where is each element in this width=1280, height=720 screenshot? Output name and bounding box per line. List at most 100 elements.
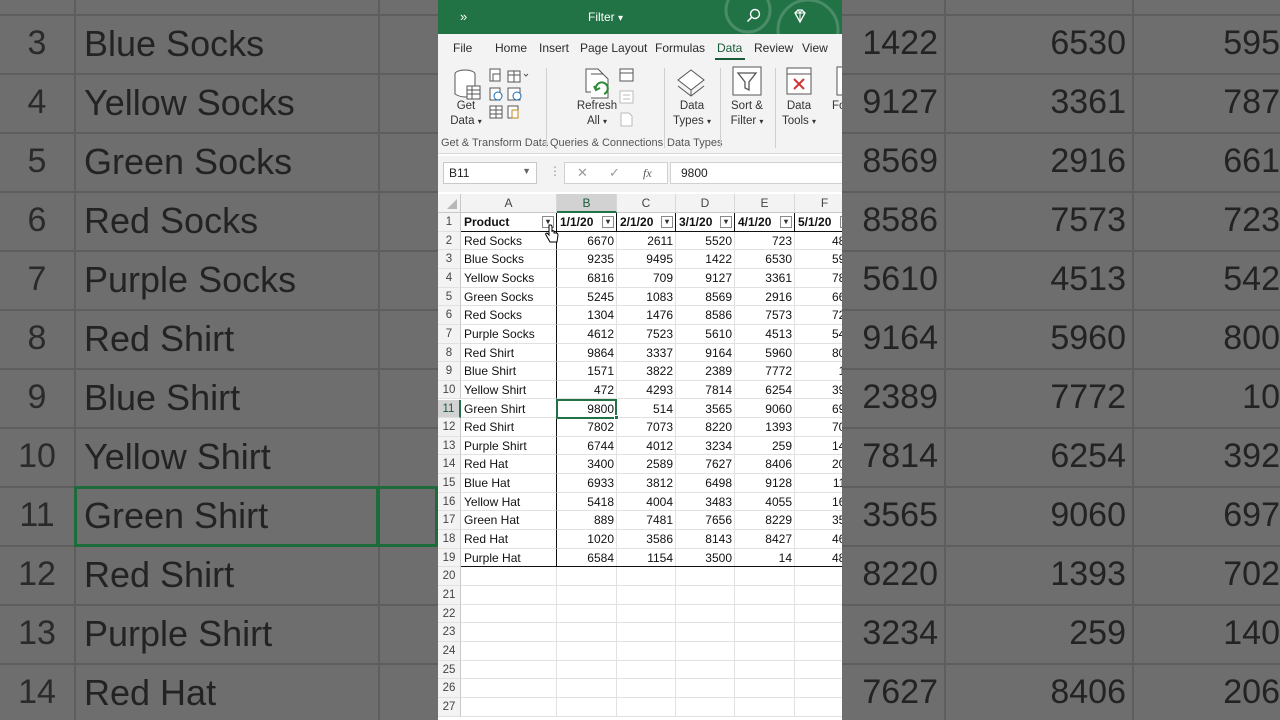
header-cell-date[interactable]: 1/1/20 ▾ (557, 213, 617, 232)
filter-dropdown-icon[interactable]: ▾ (661, 216, 673, 228)
value-cell[interactable]: 1476 (617, 306, 676, 325)
chevron-down-icon[interactable]: ▼ (522, 166, 531, 176)
empty-cell[interactable] (557, 697, 617, 717)
row-header-7[interactable]: 7 (438, 324, 461, 344)
empty-cell[interactable] (735, 623, 795, 642)
value-cell[interactable]: 7814 (676, 380, 735, 400)
value-cell[interactable]: 723 (795, 306, 842, 325)
row-header-9[interactable]: 9 (438, 362, 461, 381)
value-cell[interactable]: 3361 (735, 268, 795, 288)
value-cell[interactable]: 787 (795, 269, 842, 288)
row-header-23[interactable]: 23 (438, 623, 461, 642)
value-cell[interactable]: 6530 (735, 250, 795, 269)
row-header-13[interactable]: 13 (438, 436, 461, 456)
value-cell[interactable]: 8229 (735, 511, 795, 531)
document-title[interactable]: Filter ▾ (588, 10, 623, 24)
value-cell[interactable]: 1422 (676, 250, 735, 269)
worksheet-grid[interactable]: A B C D E F 1 2 3 4 5 6 7 8 9 10 11 12 13 14 15 16 17 18 19 20 21 2… (438, 194, 842, 720)
product-cell[interactable]: Purple Shirt (461, 436, 557, 456)
product-cell[interactable]: Red Hat (461, 455, 557, 475)
value-cell[interactable]: 5245 (557, 287, 617, 307)
row-header-11[interactable]: 11 (438, 399, 461, 419)
value-cell[interactable]: 10 (795, 362, 842, 381)
value-cell[interactable]: 9060 (735, 399, 795, 419)
filter-dropdown-icon[interactable]: ▾ (780, 216, 792, 228)
row-header-2[interactable]: 2 (438, 231, 461, 251)
product-cell[interactable]: Green Socks (461, 287, 557, 307)
value-cell[interactable]: 8406 (735, 455, 795, 475)
value-cell[interactable]: 702 (795, 418, 842, 437)
resize-handle-icon[interactable]: ⋮ (549, 164, 561, 178)
value-cell[interactable]: 259 (735, 436, 795, 456)
empty-cell[interactable] (795, 679, 842, 698)
empty-cell[interactable] (557, 623, 617, 642)
value-cell[interactable]: 3812 (617, 474, 676, 493)
value-cell[interactable]: 889 (557, 511, 617, 531)
row-header-10[interactable]: 10 (438, 380, 461, 400)
row-header-3[interactable]: 3 (438, 250, 461, 269)
empty-cell[interactable] (461, 660, 557, 680)
product-cell[interactable]: Purple Hat (461, 548, 557, 568)
tab-page-layout[interactable]: Page Layout (580, 41, 647, 55)
empty-cell[interactable] (617, 697, 676, 717)
refresh-all-button[interactable]: Refresh All ▾ (575, 99, 619, 129)
value-cell[interactable]: 483 (795, 232, 842, 251)
row-header-6[interactable]: 6 (438, 306, 461, 325)
product-cell[interactable]: Blue Hat (461, 474, 557, 493)
value-cell[interactable]: 1571 (557, 362, 617, 381)
value-cell[interactable]: 2611 (617, 231, 676, 251)
empty-cell[interactable] (676, 567, 735, 586)
row-header-16[interactable]: 16 (438, 492, 461, 512)
row-header-5[interactable]: 5 (438, 287, 461, 307)
empty-cell[interactable] (735, 697, 795, 717)
value-cell[interactable]: 8586 (676, 306, 735, 325)
value-cell[interactable]: 7523 (617, 324, 676, 344)
value-cell[interactable]: 354 (795, 511, 842, 531)
product-cell[interactable]: Blue Socks (461, 250, 557, 269)
value-cell[interactable]: 6584 (557, 548, 617, 568)
row-header-18[interactable]: 18 (438, 530, 461, 549)
empty-cell[interactable] (461, 604, 557, 624)
forecast-button-partial[interactable]: Fo (832, 99, 842, 114)
value-cell[interactable]: 9128 (735, 474, 795, 493)
empty-cell[interactable] (795, 567, 842, 586)
column-header-c[interactable]: C (617, 194, 676, 213)
value-cell[interactable]: 3565 (676, 399, 735, 419)
empty-cell[interactable] (461, 623, 557, 642)
row-header-15[interactable]: 15 (438, 474, 461, 493)
value-cell[interactable]: 3400 (557, 455, 617, 475)
tab-view[interactable]: View (802, 41, 828, 55)
empty-cell[interactable] (795, 642, 842, 661)
value-cell[interactable]: 115 (795, 474, 842, 493)
value-cell[interactable]: 709 (617, 268, 676, 288)
empty-cell[interactable] (617, 623, 676, 642)
row-header-21[interactable]: 21 (438, 586, 461, 605)
value-cell[interactable]: 5960 (735, 343, 795, 363)
value-cell[interactable]: 8143 (676, 530, 735, 549)
empty-cell[interactable] (461, 641, 557, 661)
row-header-24[interactable]: 24 (438, 641, 461, 661)
empty-cell[interactable] (795, 661, 842, 680)
sort-filter-button[interactable]: Sort & Filter ▾ (725, 99, 769, 129)
value-cell[interactable]: 485 (795, 549, 842, 568)
value-cell[interactable]: 5418 (557, 492, 617, 512)
value-cell[interactable]: 1020 (557, 530, 617, 549)
name-box[interactable]: B11 ▼ (443, 162, 537, 184)
header-cell-product[interactable]: Product ▾ (461, 213, 557, 232)
product-cell[interactable]: Yellow Hat (461, 492, 557, 512)
empty-cell[interactable] (557, 586, 617, 605)
value-cell[interactable]: 7656 (676, 511, 735, 531)
empty-cell[interactable] (676, 623, 735, 642)
value-cell[interactable]: 6933 (557, 474, 617, 493)
value-cell[interactable]: 8220 (676, 418, 735, 437)
empty-cell[interactable] (676, 641, 735, 661)
row-header-4[interactable]: 4 (438, 268, 461, 288)
empty-cell[interactable] (557, 567, 617, 586)
value-cell[interactable]: 7802 (557, 418, 617, 437)
data-tools-button[interactable]: Data Tools ▾ (777, 99, 821, 129)
empty-cell[interactable] (676, 604, 735, 624)
value-cell[interactable]: 9164 (676, 343, 735, 363)
value-cell[interactable]: 4612 (557, 324, 617, 344)
value-cell[interactable]: 3234 (676, 436, 735, 456)
value-cell[interactable]: 6254 (735, 380, 795, 400)
